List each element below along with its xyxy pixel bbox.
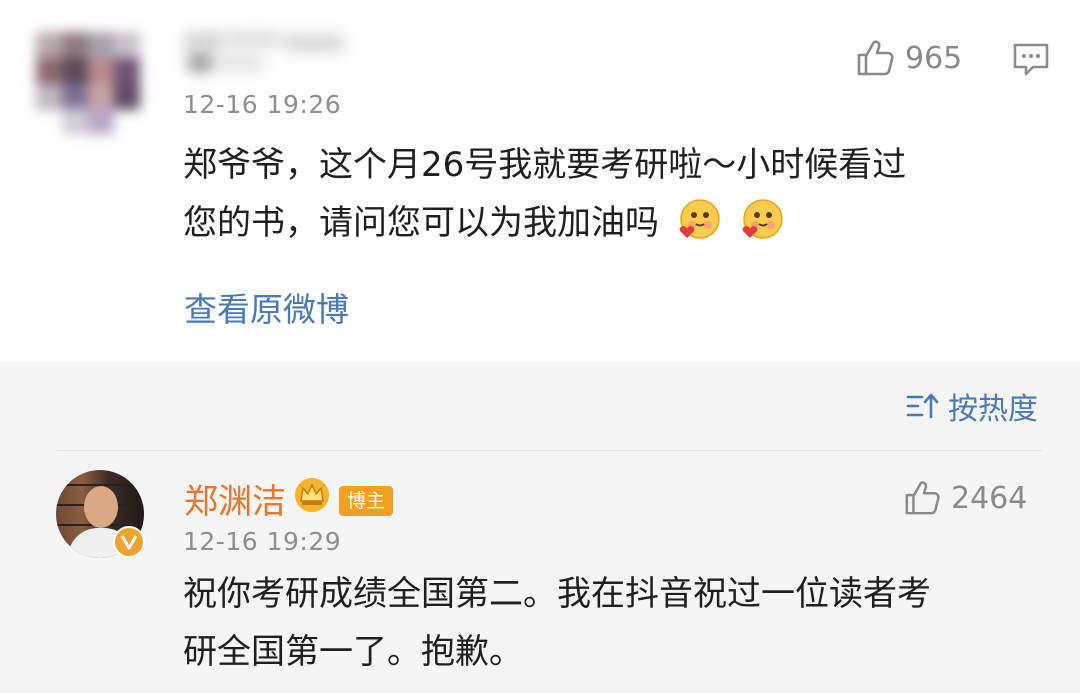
sort-label: 按热度 <box>948 392 1038 427</box>
sort-by-popularity-button[interactable]: 按热度 <box>906 384 1038 428</box>
sort-icon <box>906 393 939 419</box>
reply-like-button[interactable]: 2464 <box>903 479 1027 517</box>
reply-text-line-1: 祝你考研成绩全国第二。我在抖音祝过一位读者考 <box>183 574 931 614</box>
reply-text-line-2: 研全国第一了。抱歉。 <box>183 632 523 672</box>
comment-card: 12-16 19:26 965 郑爷爷，这个月26号我就要考研啦～小时候看过 您… <box>0 0 1080 362</box>
comment-icon <box>1013 43 1049 76</box>
view-original-weibo-link[interactable]: 查看原微博 <box>184 283 349 331</box>
reply-button[interactable] <box>1012 42 1050 82</box>
commenter-name-blurred[interactable] <box>184 28 370 78</box>
thumbs-up-icon <box>857 40 894 76</box>
divider <box>57 450 1042 451</box>
comment-text-line-2: 您的书，请问您可以为我加油吗 <box>183 194 785 252</box>
reply-author-name[interactable]: 郑渊洁 <box>184 474 286 523</box>
blush-hug-emoji <box>739 197 785 243</box>
author-badge: 博主 <box>339 486 394 516</box>
commenter-avatar[interactable] <box>28 28 152 134</box>
blush-hug-emoji <box>676 197 722 243</box>
reply-like-count: 2464 <box>951 480 1028 516</box>
comment-like-count: 965 <box>905 40 963 76</box>
crown-icon <box>295 478 329 512</box>
comment-text-line-1: 郑爷爷，这个月26号我就要考研啦～小时候看过 <box>183 145 907 185</box>
comment-timestamp: 12-16 19:26 <box>183 90 342 119</box>
comment-text-line-2-text: 您的书，请问您可以为我加油吗 <box>183 203 659 243</box>
comment-like-button[interactable]: 965 <box>855 38 962 78</box>
reply-timestamp: 12-16 19:29 <box>183 527 342 556</box>
verified-v-icon <box>113 526 145 558</box>
thumbs-up-icon <box>905 481 940 515</box>
